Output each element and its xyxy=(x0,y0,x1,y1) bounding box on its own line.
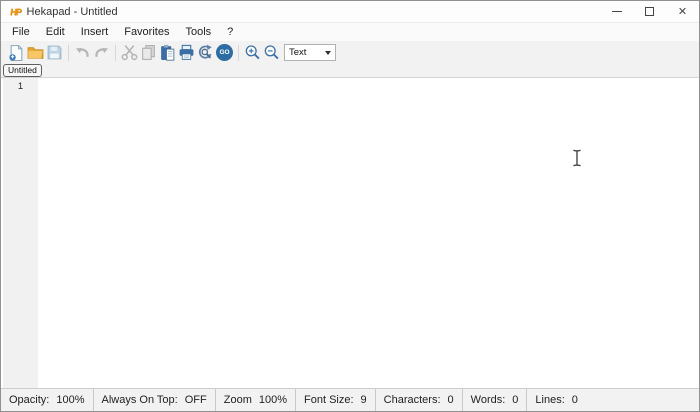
menu-favorites[interactable]: Favorites xyxy=(116,25,177,39)
status-label: Lines: xyxy=(535,394,565,406)
format-dropdown-value: Text xyxy=(289,47,307,58)
window-title: Hekapad - Untitled xyxy=(26,5,118,18)
maximize-button[interactable] xyxy=(633,1,666,22)
search-refresh-icon xyxy=(198,44,212,59)
close-icon: ✕ xyxy=(677,6,688,18)
status-lines: Lines: 0 xyxy=(527,389,585,411)
status-label: Words: xyxy=(470,394,506,406)
print-icon xyxy=(179,44,194,60)
print-button[interactable] xyxy=(177,43,196,62)
paste-button[interactable] xyxy=(158,43,177,62)
toolbar-separator xyxy=(68,44,69,61)
tab-untitled[interactable]: Untitled xyxy=(3,64,42,77)
status-label: Zoom xyxy=(223,394,252,406)
status-value: 0 xyxy=(571,394,578,406)
menu-edit[interactable]: Edit xyxy=(38,25,73,39)
menu-insert[interactable]: Insert xyxy=(73,25,117,39)
line-number-gutter: 1 xyxy=(3,78,38,388)
cut-scissors-icon xyxy=(121,45,138,61)
status-value: OFF xyxy=(184,394,207,406)
close-button[interactable]: ✕ xyxy=(666,1,699,22)
tab-strip: Untitled xyxy=(1,64,699,78)
zoom-in-icon xyxy=(245,45,260,60)
status-value: 100% xyxy=(56,394,85,406)
toolbar-separator xyxy=(238,44,239,61)
menu-file[interactable]: File xyxy=(4,25,38,39)
status-bar: Opacity: 100% Always On Top: OFF Zoom 10… xyxy=(1,388,699,411)
paste-clipboard-icon xyxy=(161,44,175,61)
menu-tools[interactable]: Tools xyxy=(177,25,219,39)
status-opacity: Opacity: 100% xyxy=(1,389,94,411)
status-value: 100% xyxy=(258,394,287,406)
format-dropdown[interactable]: Text xyxy=(284,44,336,61)
toolbar-separator xyxy=(115,44,116,61)
redo-button[interactable] xyxy=(92,43,111,62)
new-file-icon xyxy=(9,45,23,61)
hekapad-window: { "window": { "title": "Hekapad - Untitl… xyxy=(0,0,700,412)
ibeam-mouse-cursor-icon xyxy=(572,149,582,172)
status-value: 0 xyxy=(512,394,519,406)
status-label: Opacity: xyxy=(9,394,50,406)
zoom-in-button[interactable] xyxy=(243,43,262,62)
status-zoom: Zoom 100% xyxy=(216,389,296,411)
menu-help[interactable]: ? xyxy=(219,25,241,39)
save-icon xyxy=(47,45,62,60)
save-button[interactable] xyxy=(45,43,64,62)
maximize-icon xyxy=(645,7,654,16)
zoom-out-icon xyxy=(264,45,279,60)
open-folder-icon xyxy=(27,47,44,59)
copy-button[interactable] xyxy=(139,43,158,62)
toolbar: GO Text xyxy=(1,41,699,64)
go-button[interactable]: GO xyxy=(216,44,233,61)
undo-button[interactable] xyxy=(73,43,92,62)
menu-bar: File Edit Insert Favorites Tools ? xyxy=(1,23,699,41)
search-refresh-button[interactable] xyxy=(196,43,215,62)
zoom-out-button[interactable] xyxy=(262,43,281,62)
new-file-button[interactable] xyxy=(7,43,26,62)
status-label: Always On Top: xyxy=(101,394,178,406)
open-file-button[interactable] xyxy=(26,43,45,62)
cut-button[interactable] xyxy=(120,43,139,62)
status-always-on-top: Always On Top: OFF xyxy=(94,389,216,411)
minimize-button[interactable] xyxy=(600,1,633,22)
window-controls: ✕ xyxy=(600,1,699,22)
line-number: 1 xyxy=(17,81,24,92)
minimize-icon xyxy=(611,11,622,12)
status-characters: Characters: 0 xyxy=(376,389,463,411)
app-logo-icon: HP xyxy=(10,6,21,17)
text-editing-surface[interactable] xyxy=(38,78,699,388)
status-label: Characters: xyxy=(383,394,441,406)
status-label: Font Size: xyxy=(304,394,354,406)
undo-icon xyxy=(75,47,89,58)
status-value: 0 xyxy=(447,394,454,406)
status-value: 9 xyxy=(360,394,367,406)
status-font-size: Font Size: 9 xyxy=(296,389,376,411)
status-words: Words: 0 xyxy=(463,389,528,411)
redo-icon xyxy=(95,47,109,58)
copy-icon xyxy=(142,45,155,60)
editor-area: 1 xyxy=(1,78,699,388)
title-bar: HP Hekapad - Untitled ✕ xyxy=(1,1,699,23)
chevron-down-icon xyxy=(325,50,331,55)
